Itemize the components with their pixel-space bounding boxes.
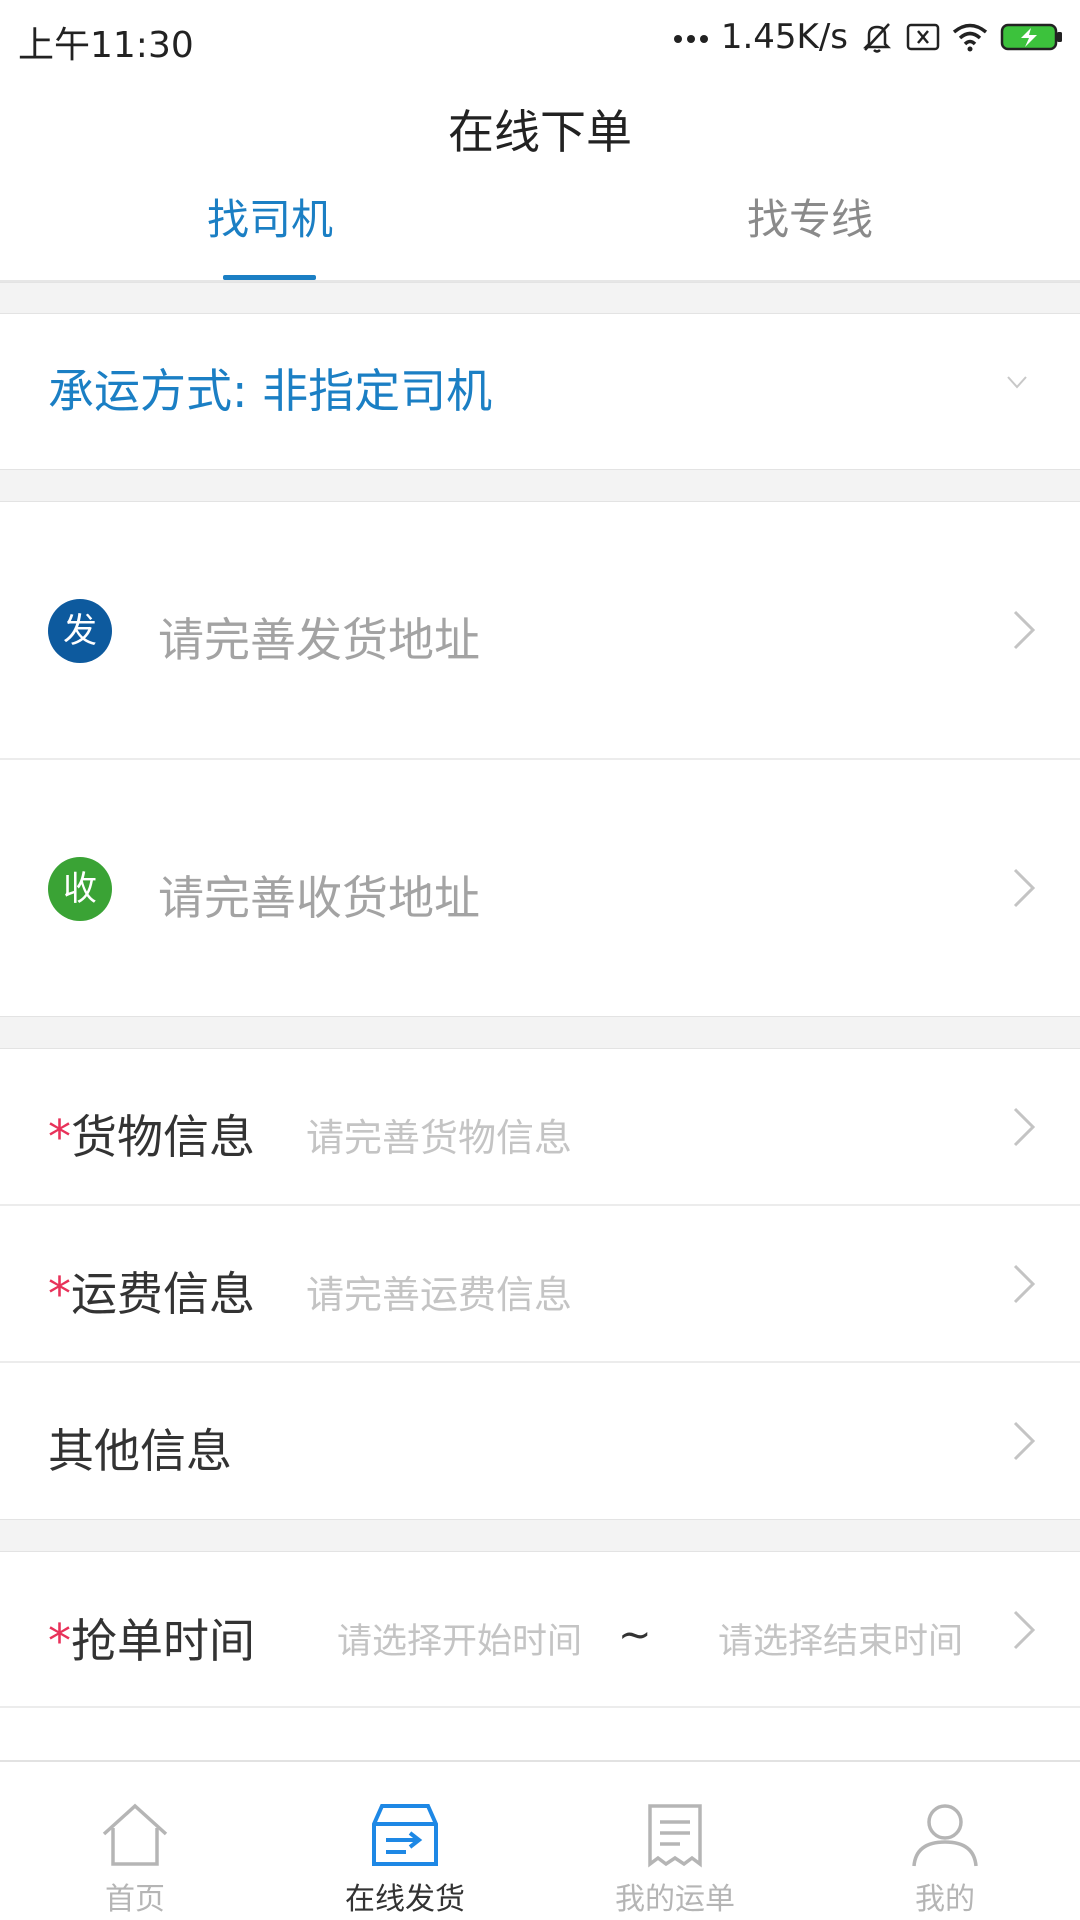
sender-address-placeholder: 请完善发货地址 (158, 613, 480, 667)
receipt-icon (640, 1802, 710, 1872)
grab-time-label: *抢单时间 (48, 1614, 255, 1668)
time-separator: ~ (618, 1612, 652, 1658)
carrier-mode-label: 承运方式: 非指定司机 (48, 364, 493, 418)
receiver-address-placeholder: 请完善收货地址 (158, 871, 480, 925)
section-gap (0, 282, 1080, 314)
battery-charging-icon (1000, 22, 1064, 52)
status-bar: 上午11:30 1.45K/s (0, 0, 1080, 75)
tab-find-driver[interactable]: 找司机 (0, 180, 540, 280)
nav-item-online-shipping[interactable]: 在线发货 (270, 1762, 540, 1920)
chevron-right-icon (1012, 1421, 1036, 1465)
end-time-field[interactable]: 请选择结束时间 (718, 1613, 963, 1664)
section-gap (0, 1016, 1080, 1049)
tab-bar: 找司机 找专线 (0, 180, 1080, 282)
required-mark: * (48, 1267, 71, 1321)
status-icons: 1.45K/s (673, 14, 1064, 60)
receiver-badge: 收 (48, 857, 112, 921)
nav-item-mine[interactable]: 我的 (810, 1762, 1080, 1920)
section-gap (0, 469, 1080, 502)
page-title: 在线下单 (448, 105, 632, 159)
bottom-nav: 首页 在线发货 我的运单 我的 (0, 1760, 1080, 1920)
chevron-down-icon (1006, 374, 1028, 394)
shipping-box-icon (370, 1802, 440, 1872)
status-time: 上午11:30 (18, 25, 194, 66)
nav-label-home: 首页 (105, 1882, 165, 1917)
freight-info-placeholder: 请完善运费信息 (306, 1273, 573, 1317)
nav-item-my-waybills[interactable]: 我的运单 (540, 1762, 810, 1920)
active-tab-indicator (223, 275, 316, 280)
chevron-right-icon (1012, 610, 1036, 654)
silent-bell-icon (860, 20, 894, 54)
network-speed: 1.45K/s (720, 17, 848, 57)
chevron-right-icon (1012, 1610, 1036, 1654)
nav-label-mine: 我的 (915, 1882, 975, 1917)
home-icon (100, 1802, 170, 1872)
nav-label-my-waybills: 我的运单 (615, 1882, 735, 1917)
chevron-right-icon (1012, 1264, 1036, 1308)
sender-address-row[interactable]: 发 请完善发货地址 (0, 502, 1080, 758)
cargo-info-row[interactable]: *货物信息 请完善货物信息 (0, 1049, 1080, 1204)
user-icon (910, 1802, 980, 1872)
grab-time-row: *抢单时间 请选择开始时间 ~ 请选择结束时间 (0, 1552, 1080, 1708)
tab-find-line[interactable]: 找专线 (540, 180, 1080, 280)
chevron-right-icon (1012, 868, 1036, 912)
sender-badge: 发 (48, 599, 112, 663)
start-time-field[interactable]: 请选择开始时间 (337, 1613, 582, 1664)
section-gap (0, 1519, 1080, 1552)
cargo-info-label: *货物信息 (48, 1110, 255, 1164)
carrier-mode-row[interactable]: 承运方式: 非指定司机 (0, 314, 1080, 469)
receiver-address-row[interactable]: 收 请完善收货地址 (0, 760, 1080, 1016)
more-dots-icon (673, 31, 709, 43)
nav-label-online-shipping: 在线发货 (345, 1882, 465, 1917)
nav-item-home[interactable]: 首页 (0, 1762, 270, 1920)
sim-x-icon (906, 22, 940, 52)
chevron-right-icon (1012, 1107, 1036, 1151)
other-info-row[interactable]: 其他信息 (0, 1363, 1080, 1519)
other-info-label: 其他信息 (48, 1424, 232, 1478)
cargo-info-placeholder: 请完善货物信息 (306, 1116, 573, 1160)
required-mark: * (48, 1110, 71, 1164)
wifi-icon (952, 22, 988, 52)
freight-info-label: *运费信息 (48, 1267, 255, 1321)
required-mark: * (48, 1614, 71, 1668)
freight-info-row[interactable]: *运费信息 请完善运费信息 (0, 1206, 1080, 1361)
